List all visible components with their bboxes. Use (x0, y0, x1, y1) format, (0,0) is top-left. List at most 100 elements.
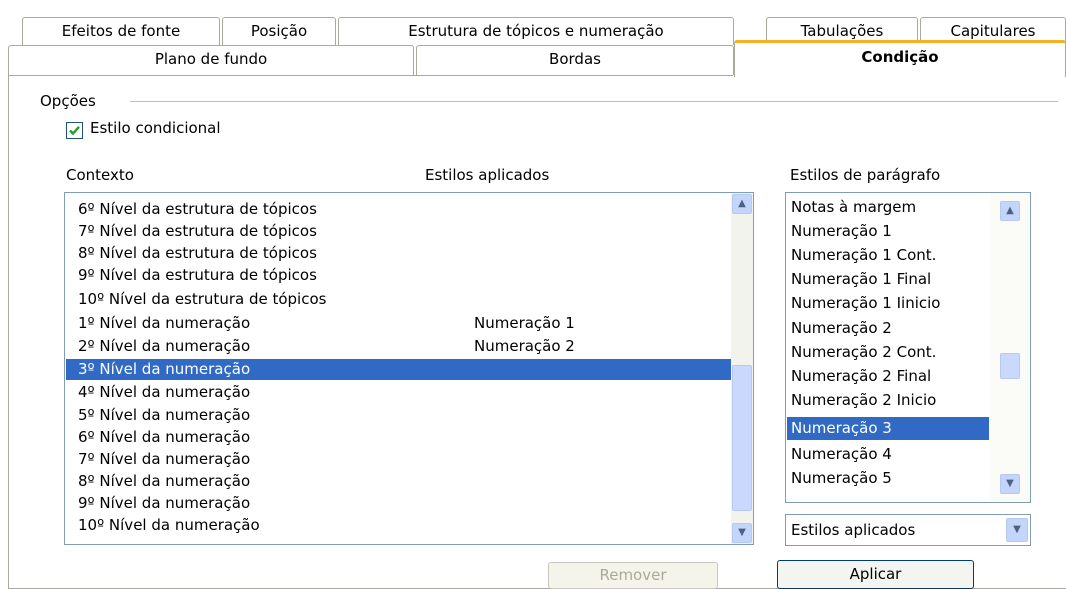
conditional-style-label[interactable]: Estilo condicional (90, 119, 221, 137)
tab-label: Estrutura de tópicos e numeração (408, 22, 664, 40)
context-row[interactable]: 2º Nível da numeração Numeração 2 (66, 336, 732, 357)
tab-label: Bordas (549, 50, 601, 68)
context-row[interactable]: 6º Nível da numeração (66, 427, 732, 448)
context-row[interactable]: 9º Nível da estrutura de tópicos (66, 265, 732, 286)
list-item[interactable]: Numeração 1 Final (787, 267, 989, 292)
context-row[interactable]: 10º Nível da numeração (66, 515, 732, 536)
context-row[interactable]: 9º Nível da numeração (66, 493, 732, 514)
remove-button[interactable]: Remover (548, 562, 718, 589)
context-cell: 5º Nível da numeração (78, 406, 251, 424)
tab-label: Tabulações (800, 22, 884, 40)
list-item[interactable]: Numeração 2 Cont. (787, 340, 989, 365)
list-item-label: Numeração 2 Final (791, 367, 932, 385)
scroll-thumb[interactable] (1000, 353, 1020, 379)
chevron-up-icon: ▲ (738, 198, 746, 209)
tab-label: Capitulares (950, 22, 1036, 40)
paragraph-styles-header: Estilos de parágrafo (790, 166, 941, 184)
dropdown-button[interactable]: ▼ (1006, 518, 1028, 542)
conditional-style-checkbox[interactable] (66, 122, 83, 139)
tab-label: Efeitos de fonte (61, 22, 181, 40)
list-item-label: Numeração 1 Final (791, 270, 932, 288)
context-cell: 7º Nível da numeração (78, 450, 251, 468)
check-mark-icon (69, 125, 80, 136)
chevron-up-icon: ▲ (1006, 205, 1014, 216)
tab-label: Posição (250, 22, 308, 40)
applied-styles-column-header: Estilos aplicados (425, 166, 550, 184)
list-item-selected[interactable]: Numeração 3 (787, 417, 989, 440)
tab-font-effects[interactable]: Efeitos de fonte (22, 17, 220, 45)
list-item[interactable]: Numeração 1 Iinicio (787, 291, 989, 316)
list-item-label: Numeração 5 (791, 469, 892, 487)
list-item-label: Notas à margem (791, 198, 917, 216)
context-cell: 9º Nível da numeração (78, 494, 251, 512)
context-row[interactable]: 5º Nível da numeração (66, 405, 732, 426)
context-row[interactable]: 10º Nível da estrutura de tópicos (66, 289, 732, 310)
list-item[interactable]: Numeração 4 (787, 442, 989, 467)
context-row[interactable]: 4º Nível da numeração (66, 382, 732, 403)
context-cell: 3º Nível da numeração (78, 360, 251, 378)
options-group-line (130, 101, 1058, 102)
list-item[interactable]: Notas à margem (787, 195, 989, 220)
tab-condition[interactable]: Condição (734, 40, 1066, 77)
context-row-selected[interactable]: 3º Nível da numeração (66, 359, 732, 380)
context-row[interactable]: 1º Nível da numeração Numeração 1 (66, 313, 732, 334)
scroll-up-button[interactable]: ▲ (732, 194, 752, 214)
tab-label: Plano de fundo (154, 50, 268, 68)
context-cell: 8º Nível da estrutura de tópicos (78, 244, 317, 262)
paragraph-styles-listbox[interactable]: Notas à margem Numeração 1 Numeração 1 C… (785, 192, 1031, 503)
tab-outline-numbering[interactable]: Estrutura de tópicos e numeração (338, 17, 734, 45)
scroll-thumb[interactable] (732, 365, 752, 511)
list-item-label: Numeração 1 Cont. (791, 246, 937, 264)
applied-style-cell: Numeração 1 (474, 314, 575, 332)
context-row[interactable]: 7º Nível da numeração (66, 449, 732, 470)
scroll-down-button[interactable]: ▼ (1000, 474, 1020, 494)
applied-style-cell: Numeração 2 (474, 337, 575, 355)
style-filter-dropdown[interactable]: Estilos aplicados ▼ (785, 514, 1031, 546)
button-label: Aplicar (849, 565, 902, 583)
context-scrollbar[interactable]: ▲ ▼ (731, 193, 753, 544)
list-item[interactable]: Numeração 1 (787, 219, 989, 244)
style-filter-value: Estilos aplicados (791, 521, 916, 539)
list-item-label: Numeração 1 (791, 222, 892, 240)
context-row[interactable]: 7º Nível da estrutura de tópicos (66, 221, 732, 242)
context-cell: 8º Nível da numeração (78, 472, 251, 490)
context-listbox[interactable]: 6º Nível da estrutura de tópicos 7º Níve… (64, 192, 754, 545)
list-item-label: Numeração 1 Iinicio (791, 294, 941, 312)
chevron-down-icon: ▼ (738, 527, 746, 538)
context-cell: 10º Nível da estrutura de tópicos (78, 290, 327, 308)
list-item[interactable]: Numeração 2 (787, 316, 989, 341)
list-item-label: Numeração 4 (791, 445, 892, 463)
chevron-down-icon: ▼ (1006, 478, 1014, 489)
context-cell: 6º Nível da numeração (78, 428, 251, 446)
tab-background[interactable]: Plano de fundo (8, 45, 414, 75)
tab-borders[interactable]: Bordas (416, 45, 734, 75)
context-row[interactable]: 8º Nível da estrutura de tópicos (66, 243, 732, 264)
context-cell: 7º Nível da estrutura de tópicos (78, 222, 317, 240)
list-item[interactable]: Numeração 2 Inicio (787, 388, 989, 413)
list-item[interactable]: Numeração 2 Final (787, 364, 989, 389)
paragraph-styles-scrollbar[interactable]: ▲ ▼ (990, 193, 1030, 502)
list-item-label: Numeração 2 Cont. (791, 343, 937, 361)
context-row[interactable]: 6º Nível da estrutura de tópicos (66, 199, 732, 220)
list-item[interactable]: Numeração 1 Cont. (787, 243, 989, 268)
options-group-label: Opções (40, 92, 96, 110)
list-item[interactable]: Numeração 5 (787, 466, 989, 491)
context-cell: 2º Nível da numeração (78, 337, 251, 355)
context-cell: 6º Nível da estrutura de tópicos (78, 200, 317, 218)
context-column-header: Contexto (66, 166, 134, 184)
context-cell: 10º Nível da numeração (78, 516, 260, 534)
context-cell: 9º Nível da estrutura de tópicos (78, 266, 317, 284)
apply-button[interactable]: Aplicar (777, 560, 974, 589)
scroll-up-button[interactable]: ▲ (1000, 201, 1020, 221)
tab-position[interactable]: Posição (222, 17, 336, 45)
scroll-down-button[interactable]: ▼ (732, 523, 752, 543)
context-cell: 4º Nível da numeração (78, 383, 251, 401)
context-cell: 1º Nível da numeração (78, 314, 251, 332)
list-item-label: Numeração 3 (791, 419, 892, 437)
list-item-label: Numeração 2 (791, 319, 892, 337)
chevron-down-icon: ▼ (1013, 524, 1021, 535)
button-label: Remover (599, 566, 667, 584)
list-item-label: Numeração 2 Inicio (791, 391, 937, 409)
tab-panel-top-border (8, 75, 733, 76)
context-row[interactable]: 8º Nível da numeração (66, 471, 732, 492)
